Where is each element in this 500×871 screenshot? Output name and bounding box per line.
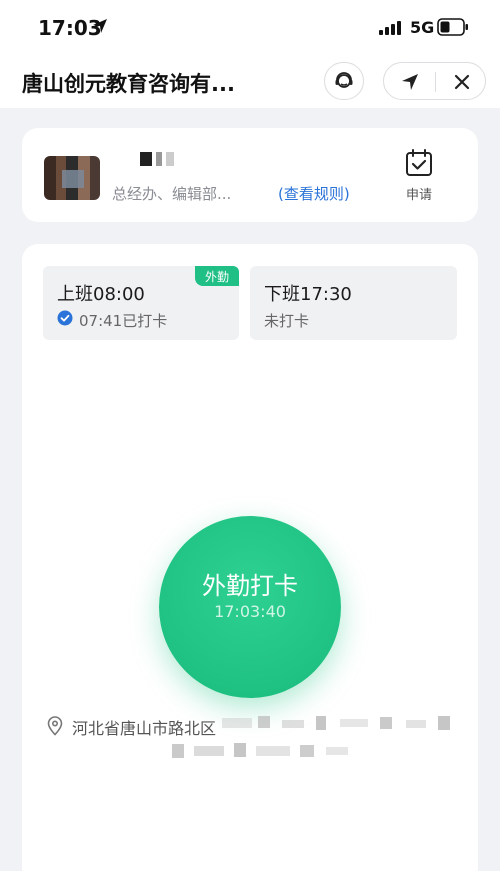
shift-clock-out[interactable]: 下班17:30 未打卡 — [250, 266, 457, 340]
network-type: 5G — [410, 18, 435, 37]
shift-clock-in[interactable]: 上班08:00 07:41已打卡 外勤 — [43, 266, 239, 340]
calendar-check-icon — [406, 149, 432, 176]
user-name-redacted — [140, 152, 174, 166]
attendance-card: 上班08:00 07:41已打卡 外勤 下班17:30 未打卡 外勤打卡 17:… — [22, 244, 478, 871]
battery-icon — [437, 18, 468, 36]
user-card: 总经办、编辑部... (查看规则) 申请 — [22, 128, 478, 222]
punch-label: 外勤打卡 — [202, 572, 298, 600]
shift-title: 上班08:00 — [57, 284, 145, 305]
shift-status: 07:41已打卡 — [79, 312, 168, 330]
title-bar: 唐山创元教育咨询有... — [0, 54, 500, 108]
location-row: 河北省唐山市路北区 — [46, 714, 466, 774]
status-bar: 17:03 5G — [0, 0, 500, 54]
navigation-arrow-icon — [401, 74, 418, 90]
close-icon — [454, 74, 469, 90]
location-address: 河北省唐山市路北区 — [72, 719, 217, 738]
field-punch-button[interactable]: 外勤打卡 17:03:40 — [159, 516, 341, 698]
view-rules-link[interactable]: (查看规则) — [278, 183, 350, 204]
field-work-badge: 外勤 — [195, 266, 239, 286]
customer-support-button[interactable] — [324, 62, 364, 100]
mini-program-capsule — [383, 62, 486, 100]
punch-time: 17:03:40 — [214, 602, 286, 621]
apply-button[interactable]: 申请 — [398, 148, 440, 203]
avatar — [44, 156, 100, 200]
location-services-icon — [93, 19, 107, 33]
navigation-button[interactable] — [384, 63, 435, 101]
location-pin-icon — [47, 716, 63, 736]
headset-icon — [335, 72, 353, 88]
page-title: 唐山创元教育咨询有... — [22, 72, 235, 96]
close-button[interactable] — [436, 63, 487, 101]
check-circle-icon — [57, 310, 73, 326]
shift-status: 未打卡 — [264, 312, 310, 330]
shift-title: 下班17:30 — [264, 284, 352, 305]
apply-label: 申请 — [405, 188, 432, 203]
cellular-signal-icon — [379, 21, 401, 35]
user-department: 总经办、编辑部... — [112, 185, 232, 203]
